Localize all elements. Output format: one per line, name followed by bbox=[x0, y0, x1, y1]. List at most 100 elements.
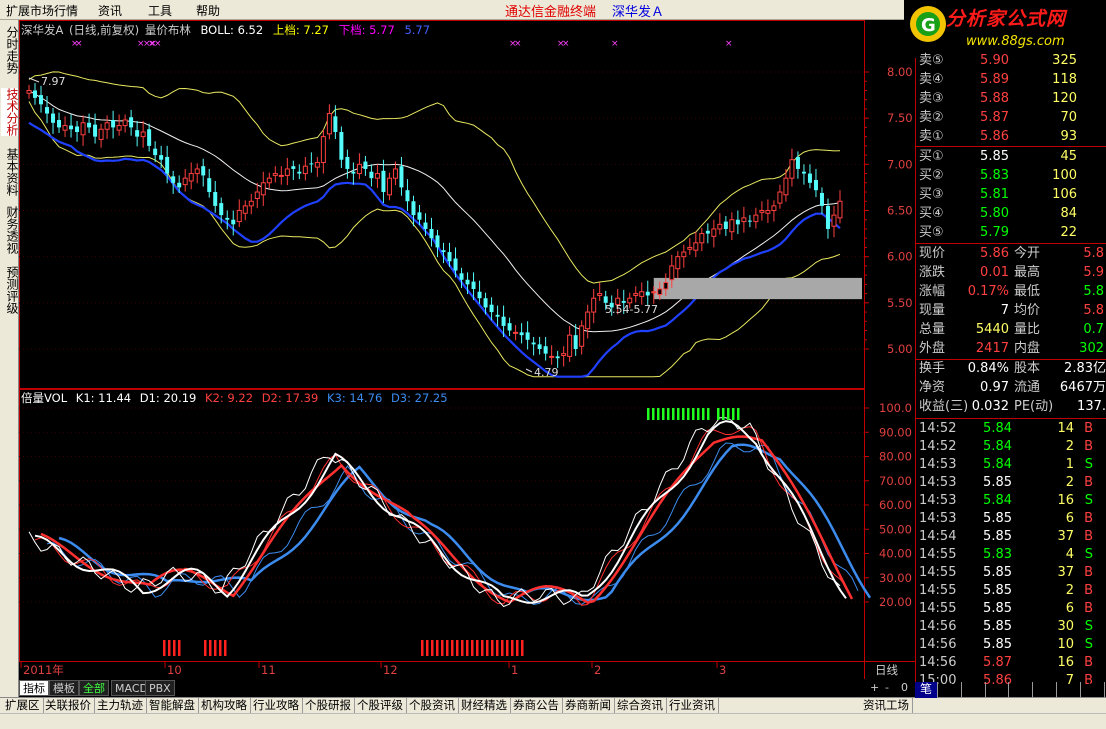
tab-template[interactable]: 模板 bbox=[49, 680, 79, 696]
tab-financial[interactable]: 财务透视 bbox=[1, 206, 19, 254]
tab-basic-info[interactable]: 基本资料 bbox=[1, 148, 19, 196]
tick-volume: 30 bbox=[1057, 619, 1074, 634]
candle bbox=[188, 162, 194, 190]
fund-label-2: PE(动) bbox=[1014, 399, 1054, 414]
menu-tools[interactable]: 工具 bbox=[148, 2, 172, 19]
quote-value: 5.86 bbox=[980, 246, 1009, 261]
ask-volume: 325 bbox=[1052, 53, 1077, 68]
info-tab[interactable]: 智能解盘 bbox=[146, 698, 199, 714]
candle bbox=[231, 210, 236, 236]
tick-row: 14:52 5.84 14 B bbox=[916, 420, 1106, 438]
tick-time: 14:55 bbox=[919, 601, 957, 616]
tick-row: 14:53 5.84 1 S bbox=[916, 456, 1106, 474]
candle bbox=[693, 231, 699, 258]
tab-technical[interactable]: 技术分析 bbox=[1, 88, 19, 136]
info-tab[interactable]: 关联报价 bbox=[42, 698, 95, 714]
tick-volume: 14 bbox=[1057, 421, 1074, 436]
candle bbox=[147, 123, 152, 152]
side-tab[interactable]: 笔 bbox=[915, 682, 938, 698]
buy-signal-bar bbox=[707, 408, 710, 420]
quote-value-2: 0.7 bbox=[1083, 322, 1104, 337]
side-tab[interactable]: 势 bbox=[1010, 682, 1034, 698]
info-tab[interactable]: 综合资讯 bbox=[614, 698, 667, 714]
info-tab[interactable]: 券商新闻 bbox=[562, 698, 615, 714]
side-tab[interactable]: 指 bbox=[1034, 682, 1057, 698]
candle bbox=[309, 152, 314, 173]
candle bbox=[429, 217, 434, 247]
side-tab[interactable]: 细 bbox=[963, 682, 986, 698]
tick-direction: B bbox=[1084, 565, 1093, 580]
tick-row: 14:53 5.85 2 B bbox=[916, 474, 1106, 492]
info-tab[interactable]: 个股评级 bbox=[354, 698, 407, 714]
menu-info[interactable]: 资讯 bbox=[98, 2, 122, 19]
info-tab[interactable]: 行业攻略 bbox=[250, 698, 303, 714]
tick-price: 5.84 bbox=[983, 439, 1012, 454]
side-tab[interactable]: 盘 bbox=[986, 682, 1010, 698]
info-tab[interactable]: 个股研报 bbox=[302, 698, 355, 714]
date-label: 3 bbox=[719, 663, 726, 677]
tick-direction: B bbox=[1084, 421, 1093, 436]
buy-signal-bar bbox=[702, 408, 705, 420]
price-grid bbox=[19, 71, 864, 350]
candle bbox=[399, 156, 404, 196]
date-axis: 2011年 10 11 12 1 2 3 bbox=[20, 661, 726, 677]
candle bbox=[363, 156, 368, 176]
tab-forecast[interactable]: 预测评级 bbox=[1, 266, 19, 314]
tick-time: 14:53 bbox=[919, 457, 957, 472]
info-tab[interactable]: 券商公告 bbox=[510, 698, 563, 714]
price-tick-label: 7.00 bbox=[887, 157, 913, 171]
bid-price: 5.81 bbox=[980, 187, 1009, 202]
quote-label-2: 最低 bbox=[1014, 284, 1041, 299]
vol-tick-label: 100.0 bbox=[879, 401, 912, 415]
zoom-reset-button[interactable]: 0 bbox=[901, 681, 908, 694]
info-tab[interactable]: 机构攻略 bbox=[198, 698, 251, 714]
info-tab[interactable]: 行业资讯 bbox=[666, 698, 719, 714]
candle bbox=[507, 317, 512, 337]
tick-row: 14:56 5.87 16 B bbox=[916, 654, 1106, 672]
info-tab[interactable]: 个股资讯 bbox=[406, 698, 459, 714]
price-tick-label: 5.00 bbox=[887, 342, 913, 356]
candle bbox=[135, 120, 140, 147]
info-tab[interactable]: 扩展区 bbox=[2, 698, 44, 714]
candle bbox=[248, 193, 254, 215]
candle bbox=[87, 113, 92, 133]
low-price-label: 4.79 bbox=[534, 366, 559, 379]
price-tick-label: 8.00 bbox=[887, 65, 913, 79]
sell-signal-bar bbox=[173, 640, 176, 656]
menu-ext-market[interactable]: 扩展市场行情 bbox=[6, 2, 78, 19]
high-price-label: 7.97 bbox=[41, 75, 66, 88]
date-label: 2 bbox=[594, 663, 601, 677]
chart-area[interactable]: 深华发A (日线,前复权) 量价布林 BOLL: 6.52 上档: 7.27 下… bbox=[19, 20, 915, 679]
tab-indicator[interactable]: 指标 bbox=[19, 680, 49, 696]
tab-pbx[interactable]: PBX bbox=[145, 680, 175, 696]
bid-level-label: 买② bbox=[919, 168, 944, 183]
candle bbox=[645, 280, 650, 306]
vol-tick-label: 90.00 bbox=[879, 425, 912, 439]
candle bbox=[747, 215, 752, 228]
price-stock-name: 深华发A bbox=[21, 23, 63, 37]
info-workshop-button[interactable]: 资讯工场 bbox=[860, 698, 913, 714]
site-logo: G 分析家公式网 www.88gs.com bbox=[904, 0, 1106, 58]
panel-divider bbox=[916, 146, 1106, 147]
candle bbox=[543, 336, 548, 361]
fund-value-2: 2.83亿 bbox=[1064, 361, 1106, 376]
tab-all[interactable]: 全部 bbox=[79, 680, 109, 696]
side-tab[interactable]: 值 bbox=[1058, 682, 1081, 698]
boll-upper-line bbox=[28, 71, 841, 284]
menu-help[interactable]: 帮助 bbox=[196, 2, 220, 19]
candle bbox=[278, 166, 284, 185]
support-line bbox=[28, 121, 841, 378]
tick-price: 5.85 bbox=[983, 475, 1012, 490]
zoom-in-button[interactable]: + bbox=[870, 681, 879, 694]
candle bbox=[153, 141, 158, 163]
side-tab[interactable]: 筹 bbox=[1082, 682, 1105, 698]
tab-intraday[interactable]: 分时走势 bbox=[1, 26, 19, 74]
info-tab[interactable]: 财经精选 bbox=[458, 698, 511, 714]
tick-volume: 2 bbox=[1065, 475, 1074, 490]
quote-row: 现价 5.86 今开 5.8 bbox=[916, 245, 1106, 263]
zoom-out-button[interactable]: - bbox=[885, 681, 889, 694]
info-tab[interactable]: 主力轨迹 bbox=[94, 698, 147, 714]
side-tab[interactable]: 价 bbox=[939, 682, 962, 698]
quote-value-2: 5.8 bbox=[1083, 303, 1104, 318]
candle bbox=[356, 153, 362, 180]
